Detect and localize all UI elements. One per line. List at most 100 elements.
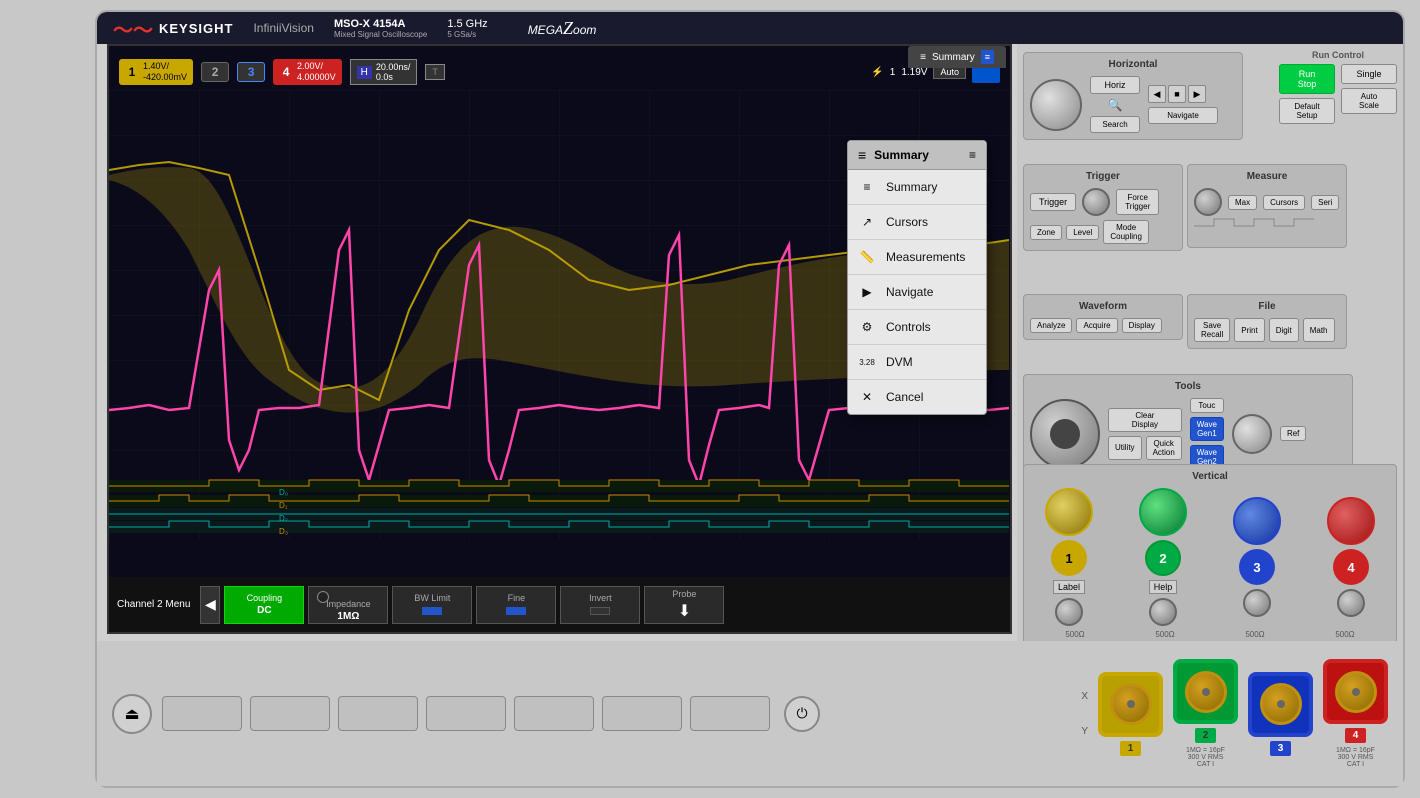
back-arrow-btn[interactable]: ◀ xyxy=(200,586,220,624)
dual-knob[interactable] xyxy=(1030,399,1100,469)
ch3-bnc-label: 3 xyxy=(1270,741,1292,756)
ch2-fine-knob[interactable] xyxy=(1149,598,1177,626)
default-setup-btn[interactable]: DefaultSetup xyxy=(1279,98,1335,124)
nav-stop-btn[interactable]: ■ xyxy=(1168,85,1186,103)
series-name: InfiniiVision xyxy=(253,21,313,35)
ch2-help-btn[interactable]: Help xyxy=(1149,580,1178,594)
eject-btn[interactable]: ⏏ xyxy=(112,694,152,734)
ch2-bnc-spec: 1MΩ = 16pF300 V RMSCAT I xyxy=(1186,747,1225,768)
ch2-indicator[interactable]: 2 xyxy=(201,62,229,82)
ref-btn[interactable]: Ref xyxy=(1280,426,1306,441)
quick-action-btn[interactable]: QuickAction xyxy=(1146,436,1182,460)
soft-btn-7[interactable] xyxy=(690,696,770,731)
digit-btn[interactable]: Digit xyxy=(1269,318,1299,342)
ch3-vert-knob[interactable] xyxy=(1233,497,1281,545)
eject-btn-area[interactable]: ⏏ xyxy=(112,694,152,734)
horiz-btn[interactable]: Horiz xyxy=(1090,76,1140,94)
run-stop-btn[interactable]: RunStop xyxy=(1279,64,1335,94)
ch2-menu-title: Channel 2 Menu xyxy=(117,599,190,610)
ch3-indicator[interactable]: 3 xyxy=(237,62,265,82)
ch4-indicator[interactable]: 4 2.00V/ 4.00000V xyxy=(273,59,342,85)
ch2-bnc-connector[interactable] xyxy=(1173,659,1238,724)
coupling-btn[interactable]: Coupling DC xyxy=(224,586,304,624)
dropdown-item-dvm[interactable]: 3.28 DVM xyxy=(848,345,986,380)
measure-knob[interactable] xyxy=(1194,188,1222,216)
max-btn[interactable]: Max xyxy=(1228,195,1257,210)
clear-display-btn[interactable]: ClearDisplay xyxy=(1108,408,1182,432)
ch2-vert-knob[interactable] xyxy=(1139,488,1187,536)
h-label: H xyxy=(357,66,372,79)
fine-btn[interactable]: Fine xyxy=(476,586,556,624)
soft-btn-6[interactable] xyxy=(602,696,682,731)
auto-scale-btn[interactable]: AutoScale xyxy=(1341,88,1397,114)
trigger-btn[interactable]: Trigger xyxy=(1030,193,1076,211)
trigger-t-indicator[interactable]: T xyxy=(425,64,445,80)
horiz-knob[interactable] xyxy=(1030,79,1082,131)
ch2-vert-btn[interactable]: 2 xyxy=(1145,540,1181,576)
navigate-btn[interactable]: Navigate xyxy=(1148,107,1218,124)
ch1-label-btn[interactable]: Label xyxy=(1053,580,1085,594)
dropdown-item-controls[interactable]: ⚙ Controls xyxy=(848,310,986,345)
vertical-section: Vertical 1 Label 2 Help xyxy=(1023,464,1397,652)
soft-btn-4[interactable] xyxy=(426,696,506,731)
bw-limit-btn[interactable]: BW Limit xyxy=(392,586,472,624)
ch3-vert-btn[interactable]: 3 xyxy=(1239,549,1275,585)
force-trigger-btn[interactable]: ForceTrigger xyxy=(1116,189,1159,215)
math-btn[interactable]: Math xyxy=(1303,318,1335,342)
summary-tab[interactable]: ≡ Summary ≡ xyxy=(908,46,1006,68)
logo-wave-icon: 〜〜 xyxy=(113,14,153,43)
ch1-fine-knob[interactable] xyxy=(1055,598,1083,626)
ch4-vert-knob[interactable] xyxy=(1327,497,1375,545)
acquire-btn[interactable]: Acquire xyxy=(1076,318,1117,333)
power-btn[interactable]: ⏻ xyxy=(784,696,820,732)
level-btn[interactable]: Level xyxy=(1066,225,1099,240)
ch3-fine-knob[interactable] xyxy=(1243,589,1271,617)
ch4-fine-knob[interactable] xyxy=(1337,589,1365,617)
search-btn[interactable]: Search xyxy=(1090,116,1140,133)
analyze-btn[interactable]: Analyze xyxy=(1030,318,1072,333)
dropdown-item-summary[interactable]: ≡ Summary xyxy=(848,170,986,205)
utility-btn[interactable]: Utility xyxy=(1108,436,1142,460)
zone-btn[interactable]: Zone xyxy=(1030,225,1062,240)
ch1-indicator[interactable]: 1 1.40V/ -420.00mV xyxy=(119,59,193,85)
invert-btn[interactable]: Invert xyxy=(560,586,640,624)
print-btn[interactable]: Print xyxy=(1234,318,1264,342)
wave-gen1-btn[interactable]: WaveGen1 xyxy=(1190,417,1224,441)
horizontal-panel: Horizontal Horiz 🔍 Search ◀ ■ ▶ xyxy=(1023,52,1243,140)
tools-knob[interactable] xyxy=(1232,414,1272,454)
ch1-vert-btn[interactable]: 1 xyxy=(1051,540,1087,576)
soft-btn-5[interactable] xyxy=(514,696,594,731)
timebase-indicator[interactable]: H 20.00ns/ 0.0s xyxy=(350,59,418,85)
nav-right-btn[interactable]: ▶ xyxy=(1188,85,1206,103)
impedance-btn[interactable]: Impedance 1MΩ xyxy=(308,586,388,624)
nav-left-btn[interactable]: ◀ xyxy=(1148,85,1166,103)
soft-btn-2[interactable] xyxy=(250,696,330,731)
ch1-bnc-connector[interactable] xyxy=(1098,672,1163,737)
controls-menu-icon: ⚙ xyxy=(858,318,876,336)
power-btn-area[interactable]: ⏻ xyxy=(784,696,820,732)
run-control-section: Run Control RunStop DefaultSetup Single … xyxy=(1279,50,1397,124)
trigger-knob[interactable] xyxy=(1082,188,1110,216)
ch4-bnc-connector[interactable] xyxy=(1323,659,1388,724)
single-btn[interactable]: Single xyxy=(1341,64,1397,84)
mode-coupling-btn[interactable]: ModeCoupling xyxy=(1103,220,1149,244)
ch1-vert-knob[interactable] xyxy=(1045,488,1093,536)
dropdown-item-cancel[interactable]: ✕ Cancel xyxy=(848,380,986,414)
probe-btn[interactable]: Probe ⬇ xyxy=(644,586,724,624)
seri-btn[interactable]: Seri xyxy=(1311,195,1339,210)
ch3-bnc-connector[interactable] xyxy=(1248,672,1313,737)
display-btn[interactable]: Display xyxy=(1122,318,1162,333)
soft-btn-1[interactable] xyxy=(162,696,242,731)
cursors-btn[interactable]: Cursors xyxy=(1263,195,1305,210)
touch-btn[interactable]: Touc xyxy=(1190,398,1224,413)
dropdown-header-icon: ≡ xyxy=(858,147,866,163)
dropdown-item-measurements[interactable]: 📏 Measurements xyxy=(848,240,986,275)
waveform-panel: Waveform Analyze Acquire Display xyxy=(1023,294,1183,340)
save-recall-btn[interactable]: SaveRecall xyxy=(1194,318,1230,342)
soft-btn-3[interactable] xyxy=(338,696,418,731)
ch4-vert-btn[interactable]: 4 xyxy=(1333,549,1369,585)
x-label: X xyxy=(1081,691,1088,702)
channel-row: 1 1.40V/ -420.00mV 2 3 4 2.00V/ 4.00000V xyxy=(119,54,1000,90)
dropdown-item-cursors[interactable]: ↗ Cursors xyxy=(848,205,986,240)
dropdown-item-navigate[interactable]: ▶ Navigate xyxy=(848,275,986,310)
